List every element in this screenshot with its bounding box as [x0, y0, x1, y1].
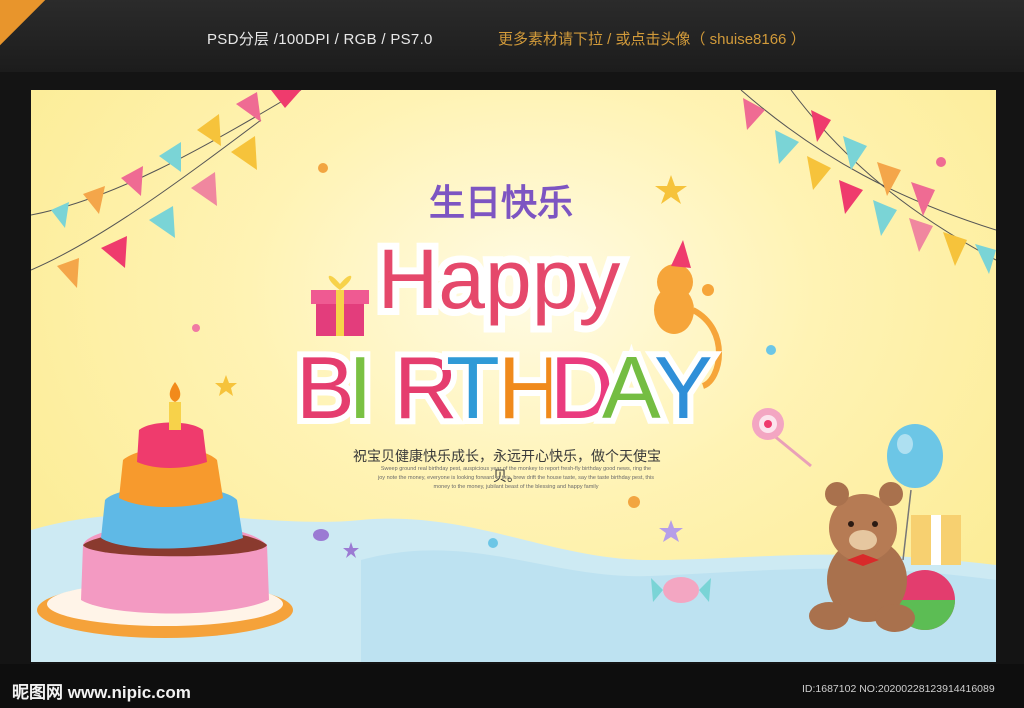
- english-line: money to the money, jubilant beast of th…: [433, 484, 599, 490]
- birthday-headline: BBII RRTTHHDDAAYY: [290, 332, 719, 443]
- lollipop-icon: [752, 408, 812, 468]
- english-caption: Sweep ground real birthday pest, auspici…: [331, 465, 701, 492]
- happy-headline: Happy: [378, 232, 621, 326]
- birthday-letter: B: [296, 338, 355, 437]
- english-line: Sweep ground real birthday pest, auspici…: [380, 466, 652, 472]
- bunting-left-icon: [31, 90, 302, 271]
- birthday-letter: I: [348, 338, 372, 437]
- author-note-text[interactable]: 更多素材请下拉 / 或点击头像（ shuise8166 ）: [498, 28, 806, 49]
- watermark-footer: 昵图网 www.nipic.com ID:1687102 NO:20200228…: [0, 664, 1024, 708]
- top-info-bar: PSD分层 /100DPI / RGB / PS7.0 更多素材请下拉 / 或点…: [0, 0, 1024, 72]
- image-id-text: ID:1687102 NO:20200228123914416089: [802, 683, 995, 695]
- birthday-letter: Y: [654, 338, 713, 437]
- birthday-letter: T: [446, 338, 500, 437]
- birthday-letter: A: [602, 338, 661, 437]
- gift-box-right-icon: [911, 515, 961, 565]
- bunting-right-icon: [740, 90, 996, 261]
- bunting-right-flags: [743, 98, 996, 274]
- gift-box-icon: [311, 275, 369, 336]
- chinese-title: 生日快乐: [428, 183, 573, 224]
- site-watermark[interactable]: 昵图网 www.nipic.com: [12, 678, 191, 703]
- english-line: joy note the money, everyone is looking …: [378, 475, 654, 481]
- bunting-left-flags: [51, 90, 301, 288]
- file-specs-text: PSD分层 /100DPI / RGB / PS7.0: [207, 31, 433, 48]
- birthday-poster: Happy Happy BBIIRRTTHHDDAAYY 生日快乐 祝宝贝健康快…: [31, 90, 996, 662]
- birthday-cake-icon: [37, 382, 293, 638]
